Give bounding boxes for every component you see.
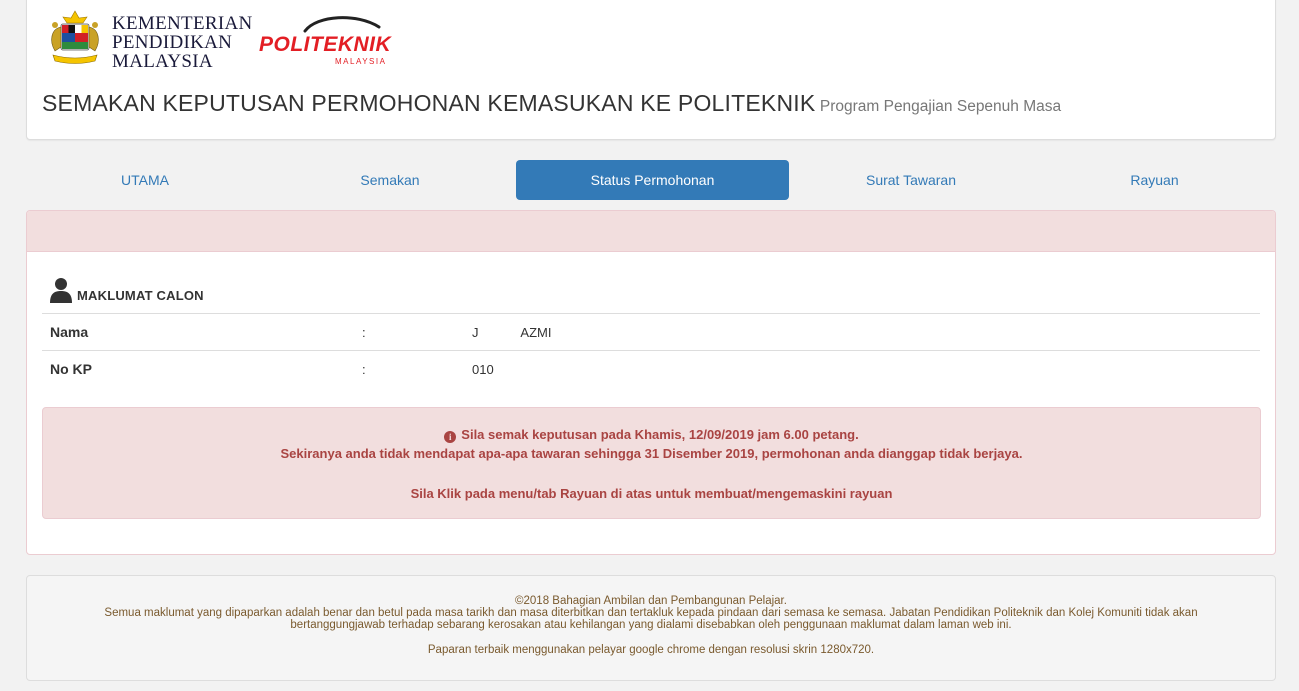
malaysia-crest-logo [51, 10, 99, 64]
tab-utama[interactable]: UTAMA [26, 160, 264, 200]
ic-label: No KP [42, 350, 362, 388]
candidate-section-label: MAKLUMAT CALON [77, 288, 204, 303]
politeknik-logo-text: POLITEKNIK [259, 33, 393, 56]
footer-browser-note: Paparan terbaik menggunakan pelayar goog… [427, 644, 875, 656]
page-title-subtitle: Program Pengajian Sepenuh Masa [819, 98, 1062, 115]
footer-copyright: ©2018 Bahagian Ambilan dan Pembangunan P… [515, 595, 787, 607]
ministry-line-2: PENDIDIKAN [112, 32, 233, 53]
footer-disclaimer-1: Semua maklumat yang dipaparkan adalah be… [104, 607, 1198, 619]
name-value: J AZMI [472, 313, 1260, 351]
ic-separator: : [362, 350, 472, 388]
main-nav: UTAMA Semakan Status Permohonan Surat Ta… [26, 160, 1276, 200]
name-label: Nama [42, 313, 362, 351]
page-title: SEMAKAN KEPUTUSAN PERMOHONAN KEMASUKAN K… [42, 90, 1061, 117]
ic-value: 010 [472, 350, 1260, 388]
table-row: Nama : J AZMI [42, 313, 1260, 351]
tab-rayuan[interactable]: Rayuan [1033, 160, 1276, 200]
header-panel: KEMENTERIAN PENDIDIKAN MALAYSIA POLITEKN… [26, 0, 1276, 140]
candidate-section-title: MAKLUMAT CALON [49, 277, 204, 303]
alert-line-3: Sila Klik pada menu/tab Rayuan di atas u… [410, 486, 893, 501]
politeknik-logo: POLITEKNIK MALAYSIA [259, 16, 393, 66]
alert-line-2: Sekiranya anda tidak mendapat apa-apa ta… [280, 446, 1023, 461]
ministry-name: KEMENTERIAN PENDIDIKAN MALAYSIA [112, 14, 253, 71]
tab-semakan[interactable]: Semakan [276, 160, 504, 200]
status-panel-heading [27, 211, 1275, 252]
ministry-line-3: MALAYSIA [112, 51, 213, 72]
tab-status-permohonan[interactable]: Status Permohonan [516, 160, 789, 200]
info-circle-icon: i [444, 431, 457, 443]
candidate-info-table: Nama : J AZMI No KP : 010 [42, 313, 1260, 388]
user-icon [50, 278, 72, 303]
page-title-main: SEMAKAN KEPUTUSAN PERMOHONAN KEMASUKAN K… [42, 90, 816, 116]
tab-surat-tawaran[interactable]: Surat Tawaran [801, 160, 1021, 200]
footer: ©2018 Bahagian Ambilan dan Pembangunan P… [26, 575, 1276, 681]
result-alert: i Sila semak keputusan pada Khamis, 12/09… [42, 407, 1261, 519]
alert-line-1: i Sila semak keputusan pada Khamis, 12/09… [43, 427, 1260, 443]
footer-disclaimer-2: bertanggungjawab terhadap sebarang keros… [290, 619, 1012, 631]
table-row: No KP : 010 [42, 350, 1260, 388]
name-separator: : [362, 313, 472, 351]
alert-line-1-text: Sila semak keputusan pada Khamis, 12/09/… [461, 427, 859, 442]
politeknik-logo-subtext: MALAYSIA [335, 57, 386, 66]
ministry-line-1: KEMENTERIAN [112, 13, 253, 34]
status-panel: MAKLUMAT CALON Nama : J AZMI No KP : 010… [26, 210, 1276, 555]
